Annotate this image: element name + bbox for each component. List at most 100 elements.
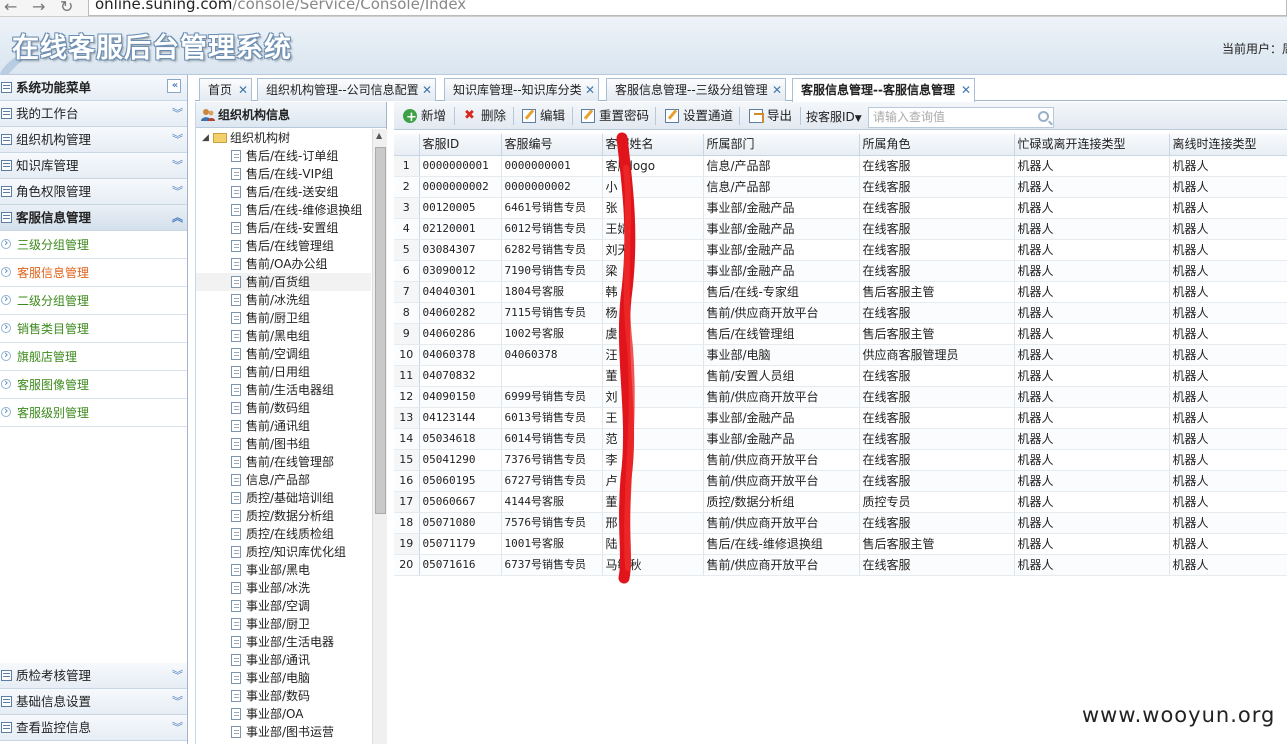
table-row[interactable]: 12 04090150 6999号销售专员刘售前/供应商开放平台 在线客服 机器人 机器人	[394, 386, 1287, 408]
tree-node[interactable]: 质控/基础培训组	[196, 489, 371, 507]
table-row[interactable]: 8 04060282 7115号销售专员杨售前/供应商开放平台 在线客服 机器人 机器人	[394, 302, 1287, 324]
tree-node[interactable]: 质控/数据分析组	[196, 507, 371, 525]
close-icon[interactable]: ✕	[238, 79, 248, 101]
tab-knowledge-category[interactable]: 知识库管理--知识库分类 ✕	[444, 78, 599, 101]
column-header[interactable]: 所属角色	[859, 134, 1015, 156]
tree-node[interactable]: 事业部/电脑	[196, 669, 371, 687]
tree-node[interactable]: 售后/在线管理组	[196, 237, 371, 255]
tree-node[interactable]: 售前/在线管理部	[196, 453, 371, 471]
tree-root[interactable]: ◢ 组织机构树	[196, 129, 371, 147]
tree-node[interactable]: 售前/空调组	[196, 345, 371, 363]
table-row[interactable]: 4 02120001 6012号销售专员 王婧 事业部/金融产品 在线客服 机器人 机器人	[394, 218, 1287, 240]
submenu-item-level3-group[interactable]: 三级分组管理	[0, 229, 187, 259]
tree-node[interactable]: 事业部/厨卫	[196, 615, 371, 633]
table-row[interactable]: 7 04040301 1804号客服韩售后/在线-专家组 售后客服主管 机器人 机器人	[394, 281, 1287, 303]
tree-node[interactable]: 售前/生活电器组	[196, 381, 371, 399]
column-header[interactable]: 客服编号	[501, 134, 603, 156]
tree-node[interactable]: 售后/在线-送安组	[196, 183, 371, 201]
column-header[interactable]: 客服ID	[419, 134, 502, 156]
menu-section-monitoring[interactable]: 查看监控信息 ︾	[0, 715, 187, 741]
tree-node[interactable]: 售后/在线-VIP组	[196, 165, 371, 183]
tree-node[interactable]: 售前/OA办公组	[196, 255, 371, 273]
table-row[interactable]: 2 0000000002 0000000002 小信息/产品部 在线客服 机器人 机器人	[394, 176, 1287, 198]
menu-section-roles[interactable]: 角色权限管理 ︾	[0, 179, 187, 205]
tree-node[interactable]: 质控/在线质检组	[196, 525, 371, 543]
tree-node[interactable]: 售前/冰洗组	[196, 291, 371, 309]
column-header[interactable]: 离线时连接类型	[1169, 134, 1287, 156]
tree-node[interactable]: 信息/产品部	[196, 471, 371, 489]
set-channel-button[interactable]: 设置通道	[665, 102, 733, 130]
table-row[interactable]: 19 05071179 1001号客服陆售后/在线-维修退换组 售后客服主管 机器人 机器…	[394, 533, 1287, 555]
tree-node[interactable]: 售前/黑电组	[196, 327, 371, 345]
back-icon[interactable]: ←	[4, 0, 17, 16]
address-field[interactable]: online.suning.com/console/Service/Consol…	[88, 0, 1287, 16]
add-button[interactable]: 新增	[403, 102, 446, 132]
tree-node[interactable]: 售前/日用组	[196, 363, 371, 381]
scroll-thumb[interactable]	[375, 147, 386, 514]
tree-node[interactable]: 事业部/数码	[196, 687, 371, 705]
menu-section-basic-settings[interactable]: 基础信息设置 ︾	[0, 689, 187, 715]
table-row[interactable]: 15 05041290 7376号销售专员李售前/供应商开放平台 在线客服 机器人 机器人	[394, 449, 1287, 471]
column-header[interactable]: 客服姓名	[602, 134, 704, 156]
tree-node[interactable]: 售前/通讯组	[196, 417, 371, 435]
tree-node[interactable]: 售前/百货组	[196, 273, 371, 291]
tree-node[interactable]: 售前/厨卫组	[196, 309, 371, 327]
table-row[interactable]: 10 04060378 04060378 汪事业部/电脑 供应商客服管理员 机器人 机器人	[394, 344, 1287, 366]
edit-button[interactable]: 编辑	[522, 102, 565, 130]
close-icon[interactable]: ✕	[585, 79, 595, 101]
tree-node[interactable]: 售后/在线-订单组	[196, 147, 371, 165]
forward-icon[interactable]: →	[32, 0, 45, 16]
search-field-select[interactable]: 按客服ID▼	[806, 108, 862, 125]
table-row[interactable]: 18 05071080 7576号销售专员邢售前/供应商开放平台 在线客服 机器人 机器人	[394, 512, 1287, 534]
expand-triangle-icon[interactable]: ◢	[202, 129, 209, 147]
menu-section-quality[interactable]: 质检考核管理 ︾	[0, 663, 187, 689]
tree-node[interactable]: 事业部/黑电	[196, 561, 371, 579]
submenu-item-service-image[interactable]: 客服图像管理	[0, 369, 187, 399]
close-icon[interactable]: ✕	[422, 79, 432, 101]
table-row[interactable]: 13 04123144 6013号销售专员王事业部/金融产品 在线客服 机器人 机器人	[394, 407, 1287, 429]
tree-node[interactable]: 事业部/生活电器	[196, 633, 371, 651]
table-row[interactable]: 1 0000000001 0000000001 客服logo 信息/产品部 在线客服 机器人…	[394, 155, 1287, 177]
table-row[interactable]: 14 05034618 6014号销售专员范事业部/金融产品 在线客服 机器人 机器人	[394, 428, 1287, 450]
submenu-item-service-info[interactable]: 客服信息管理	[0, 257, 187, 287]
submenu-item-sales-category[interactable]: 销售类目管理	[0, 313, 187, 343]
table-row[interactable]: 9 04060286 1002号客服虞售后/在线管理组 售后客服主管 机器人 机器人	[394, 323, 1287, 345]
menu-section-knowledge[interactable]: 知识库管理 ︾	[0, 153, 187, 179]
close-icon[interactable]: ✕	[961, 79, 971, 101]
column-header[interactable]: 忙碌或离开连接类型	[1014, 134, 1170, 156]
menu-section-service-info[interactable]: 客服信息管理 ︽	[0, 205, 187, 231]
tree-node[interactable]: 质控/知识库优化组	[196, 543, 371, 561]
scroll-up-icon[interactable]: ▲	[376, 131, 382, 140]
table-row[interactable]: 17 05060667 4144号客服董质控/数据分析组 质控专员 机器人 机器人	[394, 491, 1287, 513]
tree-node[interactable]: 事业部/OA	[196, 705, 371, 723]
tree-node[interactable]: 售后/在线-安置组	[196, 219, 371, 237]
submenu-item-flagship-store[interactable]: 旗舰店管理	[0, 341, 187, 371]
submenu-item-service-level[interactable]: 客服级别管理	[0, 397, 187, 427]
column-header[interactable]: 所属部门	[703, 134, 860, 156]
submenu-item-level2-group[interactable]: 二级分组管理	[0, 285, 187, 315]
tree-node[interactable]: 事业部/冰洗	[196, 579, 371, 597]
tree-node[interactable]: 售前/图书组	[196, 435, 371, 453]
menu-section-org[interactable]: 组织机构管理 ︾	[0, 127, 187, 153]
tree-node[interactable]: 售后/在线-维修退换组	[196, 201, 371, 219]
delete-button[interactable]: 删除	[463, 102, 506, 130]
tree-node[interactable]: 事业部/通讯	[196, 651, 371, 669]
collapse-left-icon[interactable]: «	[167, 79, 181, 93]
table-row[interactable]: 16 05060195 6727号销售专员卢售前/供应商开放平台 在线客服 机器人 机器人	[394, 470, 1287, 492]
tab-level3-group[interactable]: 客服信息管理--三级分组管理 ✕	[606, 78, 786, 101]
export-button[interactable]: 导出	[749, 102, 792, 130]
tree-scrollbar[interactable]: ▲	[372, 129, 387, 744]
search-icon[interactable]	[1038, 111, 1049, 122]
table-row[interactable]: 3 00120005 6461号销售专员张事业部/金融产品 在线客服 机器人 机器人	[394, 197, 1287, 219]
table-row[interactable]: 6 03090012 7190号销售专员梁事业部/金融产品 在线客服 机器人 机器人	[394, 260, 1287, 282]
tab-home[interactable]: 首页 ✕	[199, 78, 252, 101]
reset-password-button[interactable]: 重置密码	[581, 102, 649, 130]
tab-company-config[interactable]: 组织机构管理--公司信息配置 ✕	[257, 78, 436, 101]
table-row[interactable]: 11 04070832 董售前/安置人员组 在线客服 机器人 机器人	[394, 365, 1287, 387]
menu-section-workbench[interactable]: 我的工作台 ︾	[0, 101, 187, 127]
table-row[interactable]: 20 05071616 6737号销售专员 马敏秋 售前/供应商开放平台 在线客服 机器人机…	[394, 554, 1287, 576]
tab-service-info[interactable]: 客服信息管理--客服信息管理 ✕	[792, 78, 975, 102]
tree-node[interactable]: 事业部/图书运营	[196, 723, 371, 741]
close-icon[interactable]: ✕	[772, 79, 782, 101]
table-row[interactable]: 5 03084307 6282号销售专员 刘天 事业部/金融产品 在线客服 机器人 机器人	[394, 239, 1287, 261]
